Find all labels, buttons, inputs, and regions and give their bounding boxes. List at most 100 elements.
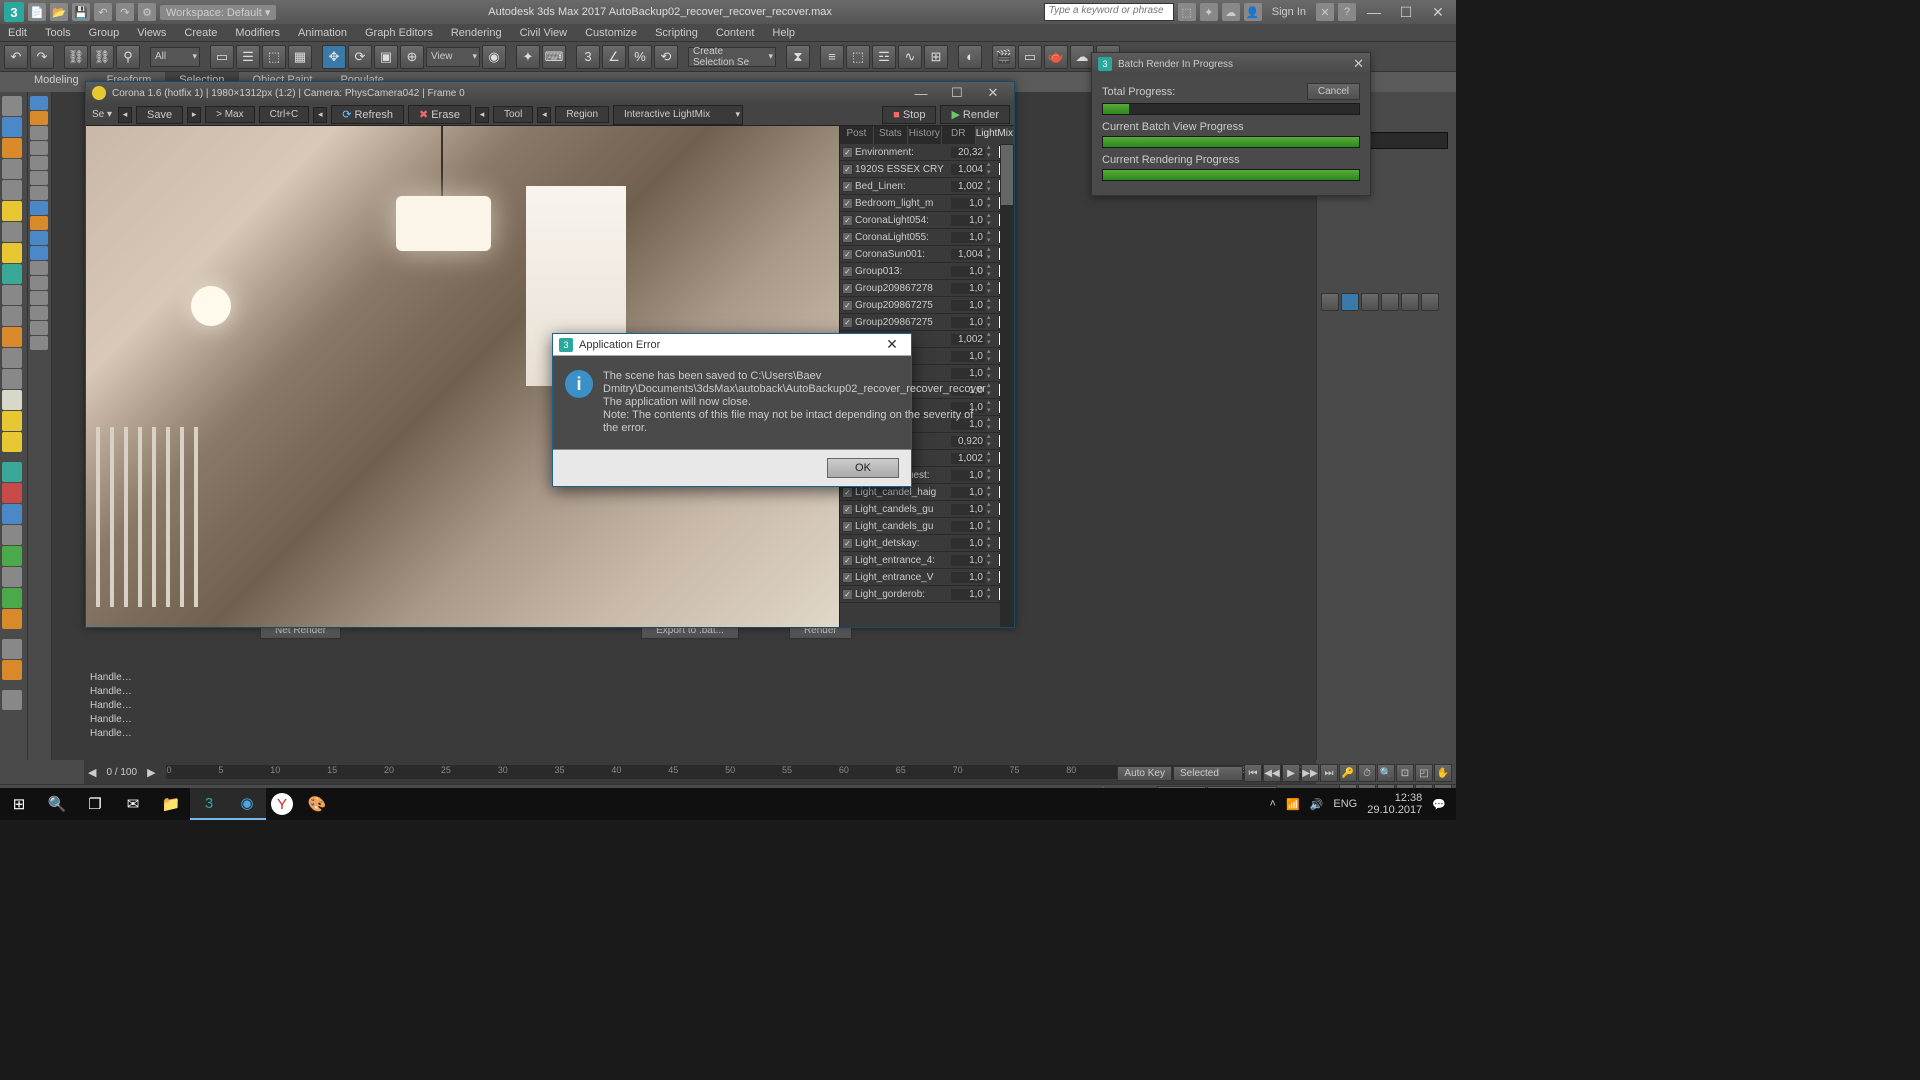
rock-icon[interactable] <box>2 609 22 629</box>
lightmix-row[interactable]: ✓1920S ESSEX CRY1,004▴▾ <box>840 161 1014 178</box>
save-next-icon[interactable]: ▸ <box>187 107 201 123</box>
cmd-icon-5[interactable] <box>1401 293 1419 311</box>
display-icon[interactable] <box>2 96 22 116</box>
keyboard-icon[interactable]: ⌨ <box>542 45 566 69</box>
next-frame-icon[interactable]: ▶▶ <box>1301 764 1319 782</box>
3dsmax-task-icon[interactable]: 3 <box>190 788 228 820</box>
vp13-icon[interactable] <box>30 276 48 290</box>
lightmix-row[interactable]: ✓Light_gorderob:1,0▴▾ <box>840 586 1014 603</box>
cmd-icon-3[interactable] <box>1361 293 1379 311</box>
help-icon[interactable]: ? <box>1338 3 1356 21</box>
window-crossing-icon[interactable]: ▦ <box>288 45 312 69</box>
cmd-icon-2[interactable] <box>1341 293 1359 311</box>
corona-save-button[interactable]: Save <box>136 106 183 124</box>
tool-prev-icon[interactable]: ◂ <box>475 107 489 123</box>
region-prev-icon[interactable]: ◂ <box>537 107 551 123</box>
lightmix-row[interactable]: ✓Group2098672751,0▴▾ <box>840 297 1014 314</box>
vp16-icon[interactable] <box>30 321 48 335</box>
menu-grapheditors[interactable]: Graph Editors <box>365 27 433 39</box>
render-icon[interactable]: 🫖 <box>1044 45 1068 69</box>
light-checkbox[interactable]: ✓ <box>842 232 853 243</box>
autokey-button[interactable]: Auto Key <box>1117 766 1172 781</box>
menu-civilview[interactable]: Civil View <box>520 27 567 39</box>
light-checkbox[interactable]: ✓ <box>842 589 853 600</box>
lightmix-row[interactable]: ✓CoronaLight054:1,0▴▾ <box>840 212 1014 229</box>
corona-min-button[interactable]: — <box>906 86 936 101</box>
signin-link[interactable]: Sign In <box>1266 5 1312 19</box>
star-icon[interactable] <box>2 411 22 431</box>
menu-rendering[interactable]: Rendering <box>451 27 502 39</box>
rotate-icon[interactable]: ⟳ <box>348 45 372 69</box>
spinner-icon[interactable]: ▴▾ <box>987 569 996 585</box>
light-intensity[interactable]: 1,0 <box>951 521 985 532</box>
menu-customize[interactable]: Customize <box>585 27 637 39</box>
rect-select-icon[interactable]: ⬚ <box>262 45 286 69</box>
lightmix-row[interactable]: ✓Bedroom_light_m1,0▴▾ <box>840 195 1014 212</box>
menu-group[interactable]: Group <box>89 27 120 39</box>
ribbon-modeling[interactable]: Modeling <box>20 72 93 92</box>
network-icon[interactable]: 📶 <box>1286 798 1300 811</box>
light-intensity[interactable]: 1,0 <box>951 351 985 362</box>
light-intensity[interactable]: 1,004 <box>951 164 985 175</box>
spinner-icon[interactable]: ▴▾ <box>987 348 996 364</box>
cmd-icon-1[interactable] <box>1321 293 1339 311</box>
menu-scripting[interactable]: Scripting <box>655 27 698 39</box>
light-intensity[interactable]: 1,0 <box>951 487 985 498</box>
menu-tools[interactable]: Tools <box>45 27 71 39</box>
scene-row[interactable]: Handle… <box>90 684 170 698</box>
light-intensity[interactable]: 1,0 <box>951 232 985 243</box>
corona-tool-button[interactable]: Tool <box>493 106 533 123</box>
spinner-icon[interactable]: ▴▾ <box>987 144 996 160</box>
light-checkbox[interactable]: ✓ <box>842 198 853 209</box>
light-intensity[interactable]: 1,002 <box>951 181 985 192</box>
helper-icon[interactable] <box>2 264 22 284</box>
spline-icon[interactable] <box>2 306 22 326</box>
open-file-icon[interactable]: 📂 <box>50 3 68 21</box>
vp15-icon[interactable] <box>30 306 48 320</box>
cmd-icon-4[interactable] <box>1381 293 1399 311</box>
lightmix-row[interactable]: ✓Environment:20,32▴▾ <box>840 144 1014 161</box>
cloth-icon[interactable] <box>2 504 22 524</box>
start-button[interactable]: ⊞ <box>0 788 38 820</box>
error-ok-button[interactable]: OK <box>827 458 899 478</box>
select-icon[interactable]: ▭ <box>210 45 234 69</box>
light-checkbox[interactable]: ✓ <box>842 521 853 532</box>
light-checkbox[interactable]: ✓ <box>842 266 853 277</box>
light-checkbox[interactable]: ✓ <box>842 487 853 498</box>
layers-icon[interactable]: ⬚ <box>846 45 870 69</box>
spinner-icon[interactable]: ▴▾ <box>987 382 996 398</box>
lightmix-scrollbar[interactable] <box>1000 144 1014 627</box>
box-icon[interactable] <box>2 117 22 137</box>
spinner-icon[interactable]: ▴▾ <box>987 365 996 381</box>
torus-icon[interactable] <box>2 180 22 200</box>
light-intensity[interactable]: 1,0 <box>951 555 985 566</box>
light-intensity[interactable]: 20,32 <box>951 147 985 158</box>
vp3-icon[interactable] <box>30 126 48 140</box>
vp14-icon[interactable] <box>30 291 48 305</box>
align-icon[interactable]: ≡ <box>820 45 844 69</box>
sphere-icon[interactable] <box>2 138 22 158</box>
scene-row[interactable]: Handle… <box>90 726 170 740</box>
explorer-icon[interactable]: 📁 <box>152 788 190 820</box>
select-name-icon[interactable]: ☰ <box>236 45 260 69</box>
spinner-icon[interactable]: ▴▾ <box>987 263 996 279</box>
lightmix-row[interactable]: ✓Light_entrance_V1,0▴▾ <box>840 569 1014 586</box>
light-intensity[interactable]: 0,920 <box>951 436 985 447</box>
light-checkbox[interactable]: ✓ <box>842 555 853 566</box>
spinner-icon[interactable]: ▴▾ <box>987 416 996 432</box>
light-checkbox[interactable]: ✓ <box>842 249 853 260</box>
spinner-icon[interactable]: ▴▾ <box>987 586 996 602</box>
spinner-icon[interactable]: ▴▾ <box>987 535 996 551</box>
zoom-icon[interactable]: 🔍 <box>1377 764 1395 782</box>
cloud-icon[interactable]: ☁ <box>1222 3 1240 21</box>
play-icon[interactable]: ▶ <box>1282 764 1300 782</box>
batch-titlebar[interactable]: 3 Batch Render In Progress ✕ <box>1092 53 1370 75</box>
menu-content[interactable]: Content <box>716 27 755 39</box>
grass-icon[interactable] <box>2 546 22 566</box>
camera-icon[interactable] <box>2 222 22 242</box>
spinner-icon[interactable]: ▴▾ <box>987 484 996 500</box>
close-button[interactable]: ✕ <box>1424 2 1452 22</box>
spinner-icon[interactable]: ▴▾ <box>987 331 996 347</box>
zoom-all-icon[interactable]: ⊡ <box>1396 764 1414 782</box>
light-intensity[interactable]: 1,0 <box>951 198 985 209</box>
